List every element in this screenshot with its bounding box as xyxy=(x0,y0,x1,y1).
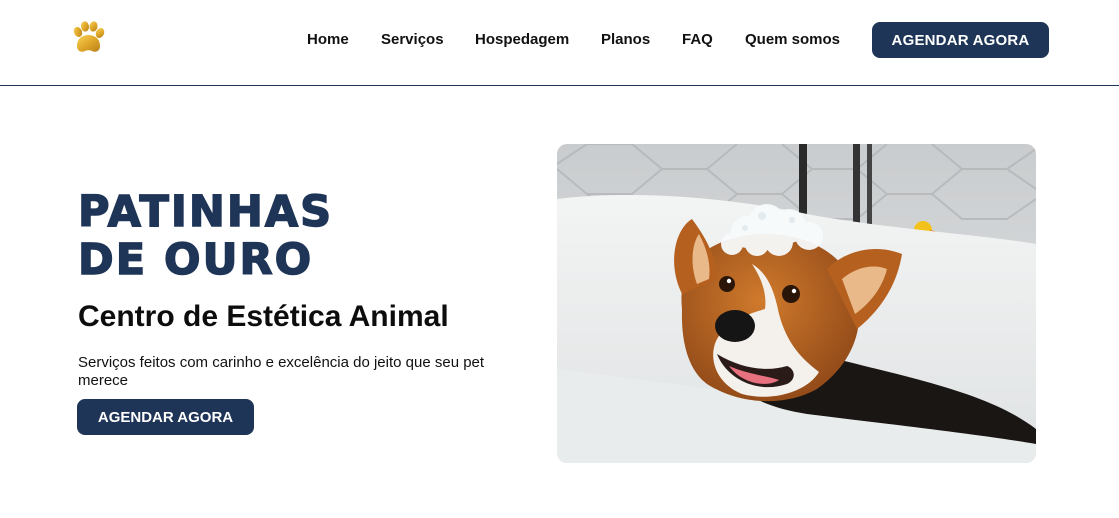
hero-subtitle: Centro de Estética Animal xyxy=(78,300,449,333)
site-header: Home Serviços Hospedagem Planos FAQ Quem… xyxy=(0,0,1119,86)
nav-hospedagem[interactable]: Hospedagem xyxy=(475,31,569,48)
paw-icon[interactable] xyxy=(70,20,106,56)
nav-faq[interactable]: FAQ xyxy=(682,31,713,48)
nav-planos[interactable]: Planos xyxy=(601,31,650,48)
nav-quem-somos[interactable]: Quem somos xyxy=(745,31,840,48)
hero-title-line1: PATINHAS xyxy=(77,187,334,237)
nav-home[interactable]: Home xyxy=(307,31,349,48)
corgi-bath-image xyxy=(557,144,1036,463)
hero-description: Serviços feitos com carinho e excelência… xyxy=(78,354,485,389)
hero-schedule-button[interactable]: AGENDAR AGORA xyxy=(77,399,254,435)
nav-servicos[interactable]: Serviços xyxy=(381,31,444,48)
hero-title: PATINHAS DE OURO xyxy=(77,187,334,285)
hero-title-line2: DE OURO xyxy=(77,235,314,285)
header-schedule-button[interactable]: AGENDAR AGORA xyxy=(872,22,1049,58)
